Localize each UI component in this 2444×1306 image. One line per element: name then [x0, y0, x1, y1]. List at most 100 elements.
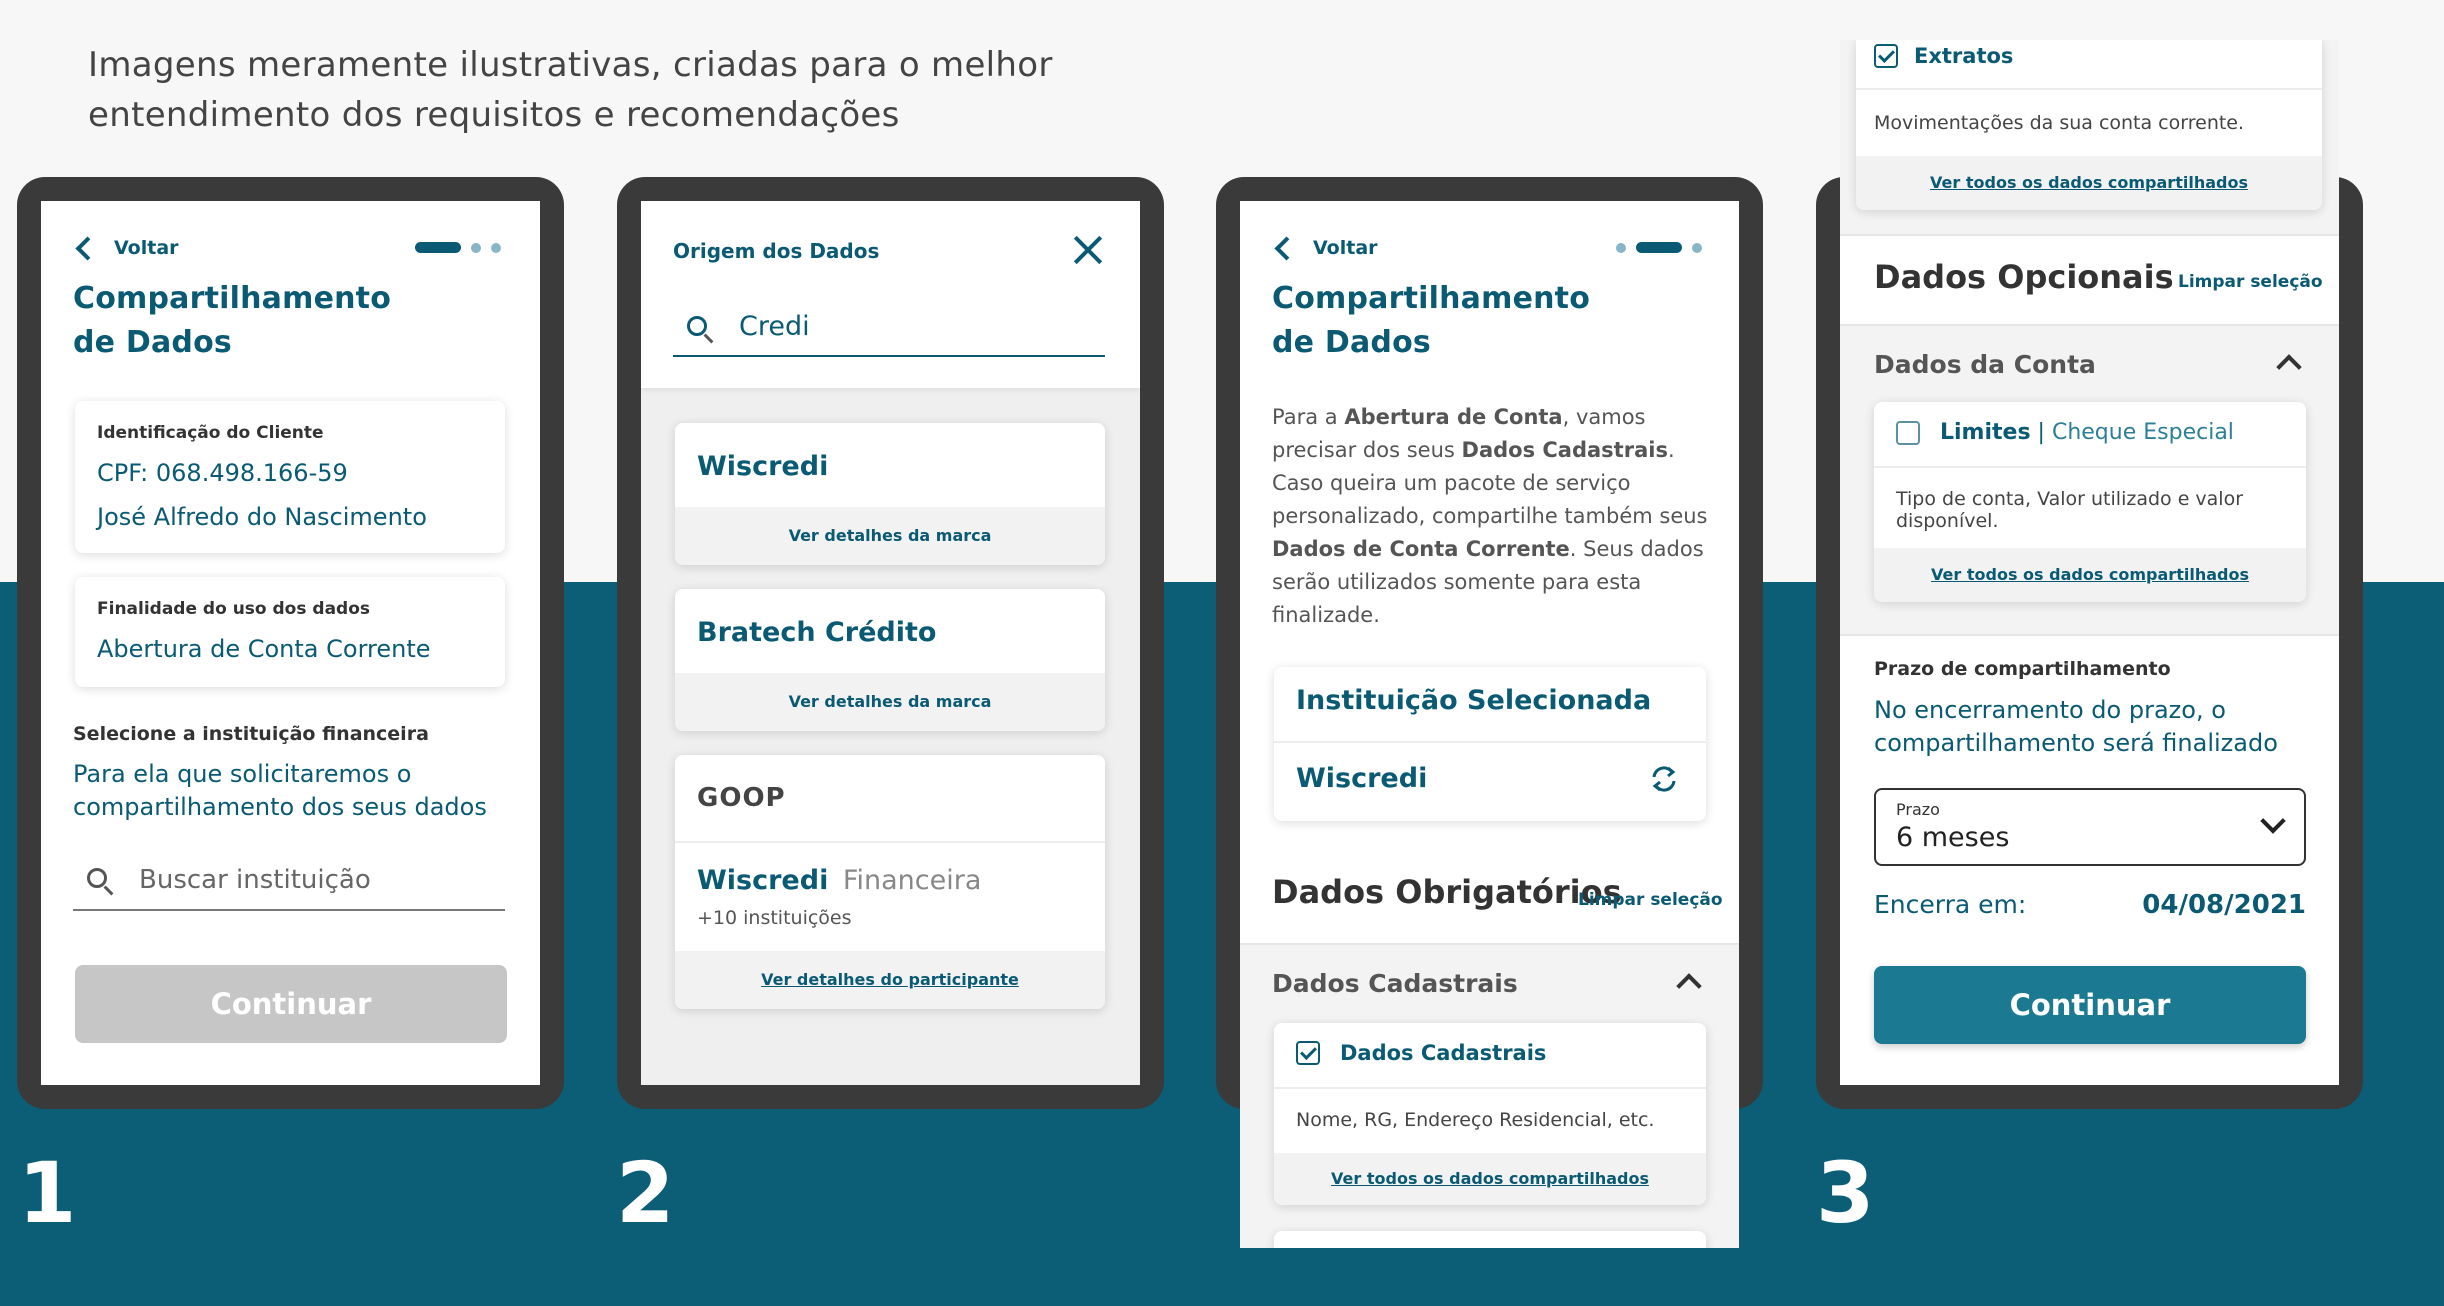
cadastral-item-card: Dados Cadastrais Nome, RG, Endereço Resi… [1274, 1023, 1706, 1205]
limites-desc: Tipo de conta, Valor utilizado e valor d… [1896, 488, 2244, 532]
cadastral-section: Dados Cadastrais Dados Cadastrais Nome, … [1240, 945, 1739, 1248]
prazo-label: Prazo de compartilhamento [1874, 658, 2171, 680]
see-all-link[interactable]: Ver todos os dados compartilhados [1931, 565, 2249, 584]
extratos-section: Extratos Movimentações da sua conta corr… [1840, 40, 2339, 234]
divider [1840, 634, 2339, 636]
header-title: Origem dos Dados [673, 239, 880, 263]
account-section: Dados da Conta Limites | Cheque Especial… [1840, 326, 2339, 634]
prazo-select[interactable]: Prazo 6 meses [1874, 788, 2306, 866]
continue-button[interactable]: Continuar [1874, 966, 2306, 1044]
search-icon [87, 868, 107, 888]
screen-2: Origem dos Dados Credi Wiscredi Ver deta… [641, 201, 1140, 1085]
cadastral-link-band: Ver todos os dados compartilhados [1274, 1153, 1706, 1205]
step-number-2: 2 [616, 1144, 675, 1242]
group-name: GOOP [697, 783, 786, 813]
select-institution-label: Selecione a instituição financeira [73, 723, 429, 745]
paragraph-text: Para a [1272, 405, 1345, 429]
client-name: José Alfredo do Nascimento [97, 503, 427, 531]
chevron-up-icon[interactable] [1676, 973, 1702, 999]
prazo-select-value: 6 meses [1896, 822, 2010, 853]
prazo-desc-line-2: compartilhamento será finalizado [1874, 729, 2278, 757]
chevron-up-icon[interactable] [2276, 354, 2302, 380]
next-card-partial [1274, 1231, 1706, 1248]
chevron-left-icon [75, 235, 100, 261]
divider [1874, 466, 2306, 468]
page-title-line-1: Compartilhamento [73, 281, 392, 316]
prazo-desc-line-1: No encerramento do prazo, o [1874, 696, 2226, 724]
step-dot-active [415, 242, 461, 253]
separator: | [2030, 420, 2052, 445]
checkbox-unchecked[interactable] [1896, 420, 1920, 445]
see-all-link[interactable]: Ver todos os dados compartilhados [1930, 173, 2248, 192]
extratos-card: Extratos Movimentações da sua conta corr… [1856, 40, 2322, 210]
search-institution-field[interactable]: Buscar instituição [73, 853, 505, 911]
page-title-line-1: Compartilhamento [1272, 281, 1591, 316]
intro-line-1: Imagens meramente ilustrativas, criadas … [88, 45, 1053, 85]
optional-data-title: Dados Opcionais [1874, 258, 2174, 296]
divider [1274, 1087, 1706, 1089]
swap-icon[interactable] [1648, 763, 1680, 795]
continue-button-disabled[interactable]: Continuar [75, 965, 507, 1043]
limites-card: Limites | Cheque Especial Tipo de conta,… [1874, 402, 2306, 602]
participant-card[interactable]: GOOP Wiscredi Financeira +10 instituiçõe… [675, 755, 1105, 1009]
extratos-checkbox-row[interactable]: Extratos [1874, 44, 2013, 68]
brand-card-2[interactable]: Bratech Crédito Ver detalhes da marca [675, 589, 1105, 731]
back-button[interactable]: Voltar [73, 235, 179, 261]
phone-frame-2: Origem dos Dados Credi Wiscredi Ver deta… [617, 177, 1164, 1109]
participant-name-strong: Wiscredi [697, 865, 829, 896]
purpose-card: Finalidade do uso dos dados Abertura de … [75, 577, 505, 687]
search-value: Credi [739, 311, 810, 342]
page-title: Compartilhamento de Dados [73, 277, 391, 365]
step-dot [1616, 242, 1626, 253]
participant-details-link[interactable]: Ver detalhes do participante [761, 970, 1019, 989]
required-clear-link[interactable]: Limpar seleção [1578, 890, 1723, 910]
optional-clear-link[interactable]: Limpar seleção [2178, 272, 2323, 292]
screen-4: Extratos Movimentações da sua conta corr… [1840, 40, 2339, 1085]
brand-name: Wiscredi [697, 451, 829, 482]
chevron-left-icon [1274, 235, 1299, 261]
client-card: Identificação do Cliente CPF: 068.498.16… [75, 401, 505, 553]
screen-1: Voltar Compartilhamento de Dados Identif… [41, 201, 540, 1085]
phone-frame-1: Voltar Compartilhamento de Dados Identif… [17, 177, 564, 1109]
step-indicator [415, 242, 501, 253]
prazo-desc: No encerramento do prazo, o compartilham… [1874, 694, 2278, 760]
cadastral-item-label: Dados Cadastrais [1340, 1041, 1547, 1065]
extratos-link-band: Ver todos os dados compartilhados [1856, 156, 2322, 210]
page-title-line-2: de Dados [73, 325, 232, 360]
participant-name: Wiscredi Financeira [697, 865, 981, 896]
selected-institution-card: Instituição Selecionada Wiscredi [1274, 667, 1706, 821]
intro-line-2: entendimento dos requisitos e recomendaç… [88, 95, 900, 135]
paragraph-bold: Dados Cadastrais [1461, 438, 1668, 462]
purpose-value: Abertura de Conta Corrente [97, 635, 431, 663]
extratos-label: Extratos [1914, 44, 2014, 68]
divider [1840, 234, 2339, 236]
checkbox-checked[interactable] [1874, 44, 1898, 68]
participant-name-light: Financeira [842, 865, 982, 896]
brand-details-link[interactable]: Ver detalhes da marca [789, 526, 992, 545]
cheque-label: Cheque Especial [2051, 420, 2234, 445]
search-header: Origem dos Dados Credi [641, 201, 1140, 388]
ends-value: 04/08/2021 [2142, 890, 2306, 920]
checkbox-checked[interactable] [1296, 1041, 1320, 1065]
cadastral-checkbox-row[interactable]: Dados Cadastrais [1296, 1041, 1546, 1065]
prazo-select-label: Prazo [1896, 800, 1940, 819]
paragraph-bold: Dados de Conta Corrente [1272, 537, 1570, 561]
brand-details-band: Ver detalhes da marca [675, 507, 1105, 565]
purpose-label: Finalidade do uso dos dados [97, 599, 371, 619]
brand-details-link[interactable]: Ver detalhes da marca [789, 692, 992, 711]
brand-details-band: Ver detalhes da marca [675, 673, 1105, 731]
participant-details-band: Ver detalhes do participante [675, 951, 1105, 1009]
limites-checkbox-row[interactable]: Limites | Cheque Especial [1896, 420, 2234, 445]
step-dot [1692, 242, 1702, 253]
brand-card-1[interactable]: Wiscredi Ver detalhes da marca [675, 423, 1105, 565]
step-dot [471, 242, 481, 253]
back-button[interactable]: Voltar [1272, 235, 1378, 261]
paragraph-bold: Abertura de Conta [1344, 405, 1563, 429]
close-icon[interactable] [1073, 235, 1103, 265]
limites-label-group: Limites | Cheque Especial [1940, 420, 2234, 445]
search-input[interactable]: Credi [673, 301, 1105, 357]
cadastral-item-desc: Nome, RG, Endereço Residencial, etc. [1296, 1109, 1655, 1131]
see-all-link[interactable]: Ver todos os dados compartilhados [1331, 1169, 1649, 1188]
participant-more: +10 instituições [697, 907, 852, 929]
ends-label: Encerra em: [1874, 890, 2027, 919]
